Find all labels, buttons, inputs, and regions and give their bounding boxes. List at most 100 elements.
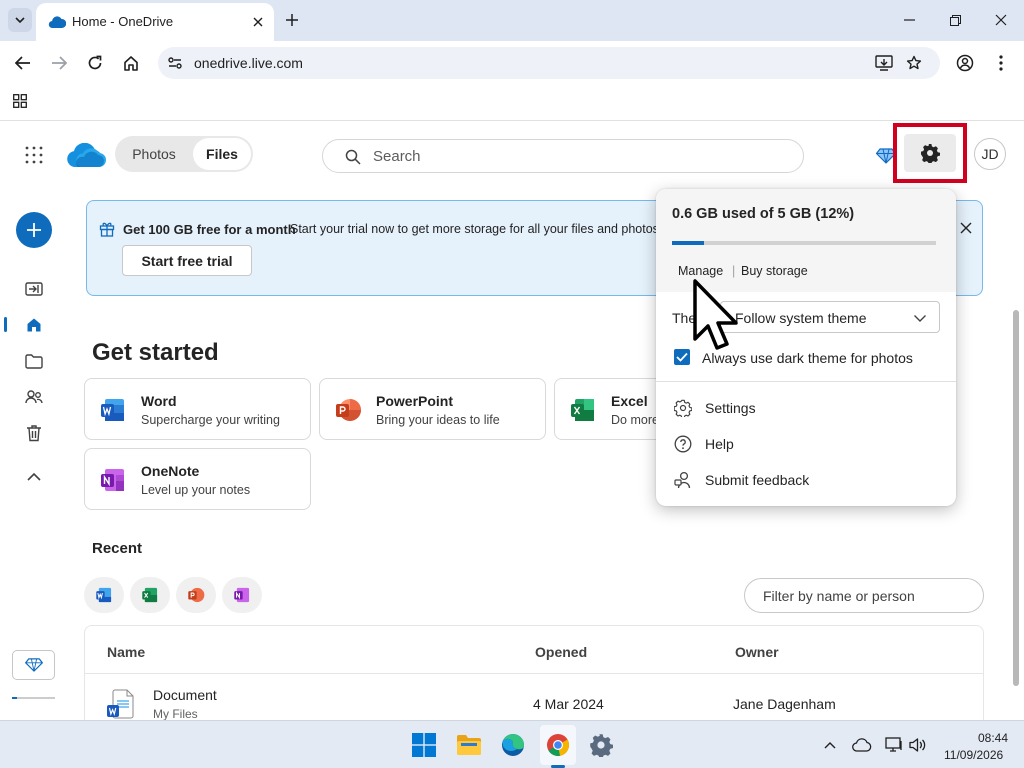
edge-browser-button[interactable] (497, 729, 529, 761)
forward-button[interactable] (48, 52, 70, 74)
windows-logo-icon (412, 733, 436, 757)
storage-usage-text: 0.6 GB used of 5 GB (12%) (672, 206, 855, 222)
app-launcher-button[interactable] (24, 145, 44, 165)
photos-tab[interactable]: Photos (117, 138, 191, 170)
rail-selection-indicator (4, 317, 7, 332)
submit-feedback-menu-item[interactable]: Submit feedback (656, 462, 956, 498)
bookmark-star-button[interactable] (904, 53, 924, 73)
home-button[interactable] (120, 52, 142, 74)
excel-icon (569, 396, 597, 424)
onenote-card[interactable]: OneNote Level up your notes (84, 448, 311, 510)
minimize-button[interactable] (899, 10, 919, 30)
rail-item-my-files[interactable] (24, 351, 44, 371)
files-tab[interactable]: Files (193, 138, 251, 170)
gear-icon (590, 734, 613, 757)
rail-item-import[interactable] (24, 279, 44, 299)
onenote-icon (234, 587, 250, 603)
onedrive-favicon-icon (48, 15, 66, 29)
plus-icon (286, 14, 298, 26)
rail-storage-fill (12, 697, 18, 699)
speaker-icon (909, 738, 926, 752)
powerpoint-card[interactable]: PowerPoint Bring your ideas to life (319, 378, 546, 440)
word-document-icon (107, 689, 135, 719)
dark-theme-photos-label[interactable]: Always use dark theme for photos (702, 350, 913, 366)
page-scrollbar-thumb[interactable] (1013, 310, 1019, 686)
card-subtitle: Bring your ideas to life (376, 413, 500, 427)
volume-tray-button[interactable] (908, 737, 928, 753)
url-text[interactable]: onedrive.live.com (194, 55, 303, 71)
search-box[interactable]: Search (322, 139, 804, 173)
filter-onenote-chip[interactable] (222, 577, 262, 613)
file-opened-date: 4 Mar 2024 (533, 696, 604, 712)
filter-word-chip[interactable] (84, 577, 124, 613)
filter-excel-chip[interactable] (130, 577, 170, 613)
install-app-button[interactable] (874, 53, 894, 73)
tab-close-button[interactable] (248, 12, 268, 32)
start-free-trial-button[interactable]: Start free trial (122, 245, 252, 276)
rail-premium-button[interactable] (12, 650, 55, 680)
new-tab-button[interactable] (282, 10, 302, 30)
column-header-opened[interactable]: Opened (535, 644, 587, 660)
help-menu-item[interactable]: Help (656, 426, 956, 462)
clock-time[interactable]: 08:44 (976, 731, 1008, 745)
manage-storage-link[interactable]: Manage (678, 264, 723, 278)
chevron-up-icon (824, 742, 836, 749)
link-separator: | (732, 264, 736, 278)
home-icon (27, 318, 41, 332)
people-icon (25, 390, 43, 404)
excel-icon (142, 587, 158, 603)
clock-date[interactable]: 11/09/2026 (944, 748, 1003, 762)
settings-menu-item[interactable]: Settings (656, 390, 956, 426)
reload-button[interactable] (84, 52, 106, 74)
onedrive-tray-button[interactable] (852, 737, 872, 753)
site-info-icon[interactable] (166, 54, 184, 72)
search-placeholder: Search (373, 148, 421, 165)
trash-icon (27, 425, 41, 442)
back-button[interactable] (12, 52, 34, 74)
column-header-name[interactable]: Name (107, 644, 145, 660)
tab-search-button[interactable] (8, 8, 32, 32)
file-name[interactable]: Document (153, 687, 217, 703)
card-title: Excel (611, 393, 648, 409)
arrow-right-icon (52, 56, 67, 70)
storage-progress-fill (672, 241, 704, 245)
theme-dropdown[interactable]: Follow system theme (720, 301, 940, 333)
rail-item-recycle-bin[interactable] (24, 423, 44, 443)
filter-powerpoint-chip[interactable] (176, 577, 216, 613)
browser-tab[interactable]: Home - OneDrive (36, 3, 274, 41)
more-vertical-icon (999, 55, 1003, 71)
browser-menu-button[interactable] (990, 52, 1012, 74)
promo-close-button[interactable] (957, 219, 975, 237)
rail-collapse-button[interactable] (24, 466, 44, 486)
chrome-browser-button[interactable] (542, 729, 574, 761)
file-explorer-button[interactable] (453, 729, 485, 761)
profile-button[interactable] (954, 52, 976, 74)
create-button[interactable] (16, 212, 52, 248)
start-button[interactable] (408, 729, 440, 761)
gift-icon (99, 221, 115, 237)
close-window-button[interactable] (991, 10, 1011, 30)
promo-title: Get 100 GB free for a month (123, 222, 296, 237)
onedrive-logo-icon[interactable] (66, 143, 106, 169)
column-header-owner[interactable]: Owner (735, 644, 779, 660)
apps-button[interactable] (10, 91, 30, 111)
flyout-divider (656, 381, 956, 382)
help-icon (674, 435, 692, 453)
settings-button[interactable] (904, 134, 956, 172)
settings-app-button[interactable] (585, 729, 617, 761)
restore-button[interactable] (945, 10, 965, 30)
buy-storage-link[interactable]: Buy storage (741, 264, 808, 278)
network-tray-button[interactable] (884, 737, 904, 753)
rail-item-home[interactable] (24, 315, 44, 335)
dark-theme-photos-checkbox[interactable] (674, 349, 690, 365)
account-avatar[interactable]: JD (974, 138, 1006, 170)
filter-input[interactable]: Filter by name or person (744, 578, 984, 613)
home-icon (124, 56, 138, 71)
cloud-icon (852, 738, 872, 752)
rail-item-shared[interactable] (24, 387, 44, 407)
excel-card[interactable]: Excel Do more (554, 378, 659, 440)
restore-icon (949, 14, 961, 26)
address-bar[interactable]: onedrive.live.com (158, 47, 940, 79)
word-card[interactable]: Word Supercharge your writing (84, 378, 311, 440)
show-hidden-icons-button[interactable] (822, 737, 838, 753)
